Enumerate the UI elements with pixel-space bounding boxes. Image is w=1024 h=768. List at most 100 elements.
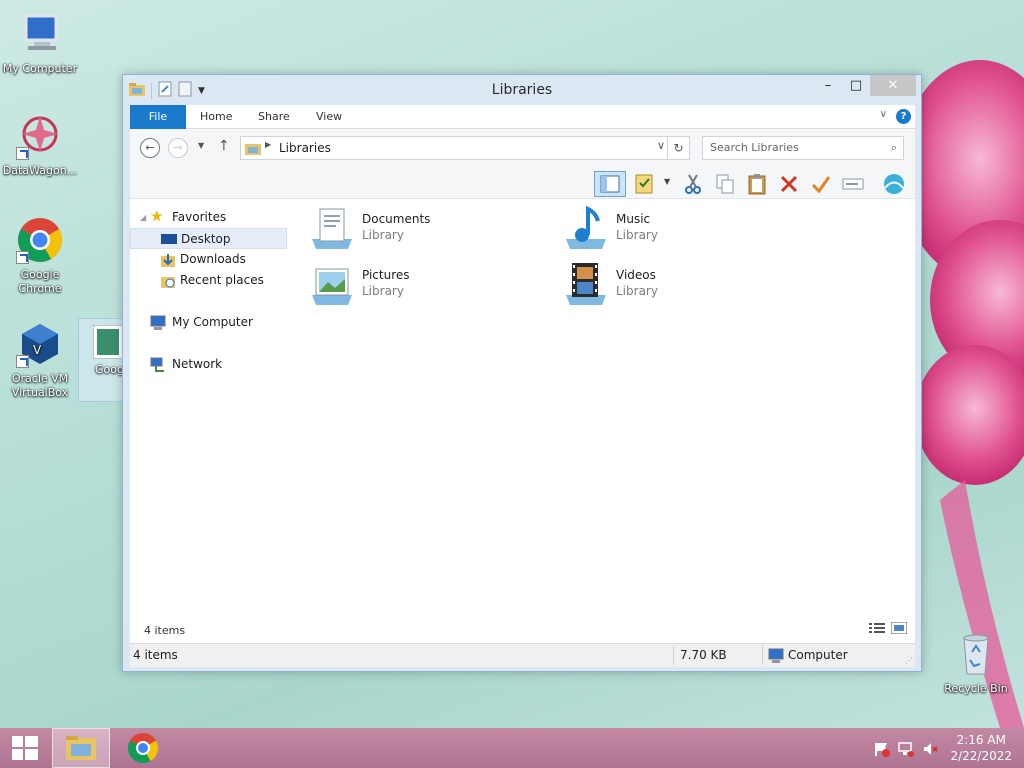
status-location: Computer	[788, 648, 848, 662]
nav-label: Desktop	[181, 232, 231, 246]
documents-library-icon	[308, 205, 356, 253]
svg-text:V: V	[33, 343, 42, 357]
tab-view[interactable]: View	[302, 105, 356, 129]
large-icons-view-icon[interactable]	[890, 621, 908, 637]
computer-icon	[768, 648, 784, 664]
breadcrumb-arrow-icon[interactable]: ▶	[265, 140, 271, 149]
checkmark-icon[interactable]	[810, 173, 832, 195]
windows-logo-icon	[12, 736, 38, 760]
taskbar-chrome[interactable]	[114, 728, 172, 768]
volume-muted-icon[interactable]	[922, 741, 938, 757]
recycle-bin-icon	[952, 630, 1000, 678]
content-item-count: 4 items	[144, 624, 186, 637]
computer-icon	[16, 10, 64, 58]
library-videos[interactable]: Videos Library	[562, 261, 802, 311]
tab-home[interactable]: Home	[186, 105, 246, 129]
file-explorer-icon	[66, 736, 96, 760]
desktop-icon-label: Google Chrome	[18, 268, 62, 295]
expand-ribbon-icon[interactable]: ∨	[880, 109, 887, 120]
search-icon[interactable]: ⌕	[891, 137, 897, 159]
library-name: Music	[616, 212, 651, 226]
nav-my-computer[interactable]: My Computer	[150, 312, 290, 333]
expand-arrow-icon[interactable]: ◢	[140, 207, 146, 228]
network-tray-icon[interactable]	[898, 741, 914, 757]
ribbon-tabs: File Home Share View ∨ ?	[130, 105, 915, 129]
library-documents[interactable]: Documents Library	[308, 205, 548, 255]
library-name: Pictures	[362, 268, 410, 282]
desktop-icon-label: Oracle VM VirtualBox	[11, 372, 69, 399]
close-button[interactable]: ✕	[870, 75, 916, 96]
nav-label: Recent places	[180, 273, 264, 287]
nav-label: Favorites	[172, 210, 227, 224]
taskbar-clock[interactable]: 2:16 AM 2/22/2022	[950, 732, 1012, 764]
start-button[interactable]	[0, 728, 50, 768]
breadcrumb-libraries[interactable]: Libraries	[279, 141, 331, 155]
desktop-icon-recycle-bin[interactable]: Recycle Bin	[936, 630, 1016, 696]
desktop-icon-virtualbox[interactable]: V Oracle VM VirtualBox	[0, 320, 80, 400]
rename-icon[interactable]	[842, 173, 864, 195]
nav-downloads[interactable]: Downloads	[130, 249, 287, 270]
nav-recent-places[interactable]: Recent places	[130, 270, 287, 291]
status-item-count: 4 items	[133, 648, 178, 662]
resize-grip-icon[interactable]: ⋰	[905, 656, 913, 665]
nav-network[interactable]: Network	[150, 354, 290, 375]
library-pictures[interactable]: Pictures Library	[308, 261, 548, 311]
up-button[interactable]: ↑	[218, 138, 230, 154]
status-separator	[673, 646, 674, 665]
address-bar[interactable]: ▶ Libraries ∨ ↻	[240, 136, 690, 160]
explorer-window: ▼ Libraries – □ ✕ File Home Share View ∨…	[122, 74, 922, 672]
library-name: Videos	[616, 268, 656, 282]
nav-label: Network	[172, 357, 223, 371]
delete-icon[interactable]	[778, 173, 800, 195]
minimize-button[interactable]: –	[815, 75, 841, 96]
action-center-icon[interactable]	[874, 741, 890, 757]
clock-time: 2:16 AM	[956, 733, 1006, 747]
nav-label: My Computer	[172, 315, 253, 329]
recent-locations-icon[interactable]: ▼	[198, 141, 204, 150]
desktop-icon-google-chrome[interactable]: Google Chrome	[0, 216, 80, 296]
virtualbox-icon: V	[16, 320, 64, 368]
taskbar: 2:16 AM 2/22/2022	[0, 728, 1024, 768]
library-type: Library	[362, 284, 404, 298]
nav-favorites[interactable]: ◢ ★ Favorites	[140, 207, 290, 228]
organize-dropdown-icon[interactable]: ▼	[664, 177, 670, 186]
library-name: Documents	[362, 212, 431, 226]
forward-button[interactable]: →	[168, 138, 188, 158]
help-icon[interactable]: ?	[896, 109, 911, 124]
shell-icon[interactable]	[882, 173, 904, 195]
copy-icon[interactable]	[714, 173, 736, 195]
preview-pane-button[interactable]	[594, 171, 626, 197]
taskbar-file-explorer[interactable]	[52, 728, 110, 768]
libraries-icon	[245, 141, 261, 158]
library-type: Library	[616, 284, 658, 298]
recent-places-icon	[160, 273, 176, 289]
music-library-icon	[562, 205, 610, 253]
star-icon: ★	[150, 207, 164, 225]
status-size: 7.70 KB	[680, 648, 727, 662]
clock-date: 2/22/2022	[950, 749, 1012, 763]
cut-icon[interactable]	[682, 173, 704, 195]
chrome-icon	[16, 216, 64, 264]
library-music[interactable]: Music Library	[562, 205, 802, 255]
search-input[interactable]: Search Libraries ⌕	[702, 136, 904, 160]
desktop-icon-label: Recycle Bin	[944, 682, 1008, 695]
desktop-icon-my-computer[interactable]: My Computer	[0, 10, 80, 76]
network-icon	[150, 357, 166, 373]
title-bar[interactable]: ▼ Libraries – □ ✕	[123, 75, 921, 105]
refresh-icon[interactable]: ↻	[667, 137, 689, 159]
paste-icon[interactable]	[746, 173, 768, 195]
nav-desktop[interactable]: Desktop	[130, 228, 287, 249]
status-bar: 4 items 7.70 KB Computer ⋰	[130, 643, 915, 667]
details-view-icon[interactable]	[869, 622, 885, 637]
desktop-icon-chrome-installer[interactable]: Goog Chro	[78, 318, 124, 402]
maximize-button[interactable]: □	[843, 75, 869, 96]
desktop-icon-label: DataWagon...	[2, 164, 78, 177]
videos-library-icon	[562, 261, 610, 309]
address-dropdown-icon[interactable]: ∨	[657, 139, 665, 152]
tab-file[interactable]: File	[130, 105, 186, 129]
back-button[interactable]: ←	[140, 138, 160, 158]
desktop-icon-datawagon[interactable]: DataWagon...	[0, 112, 80, 178]
properties-checklist-icon[interactable]	[634, 173, 656, 195]
tab-share[interactable]: Share	[244, 105, 304, 129]
desktop-icon-label: My Computer	[2, 62, 78, 75]
